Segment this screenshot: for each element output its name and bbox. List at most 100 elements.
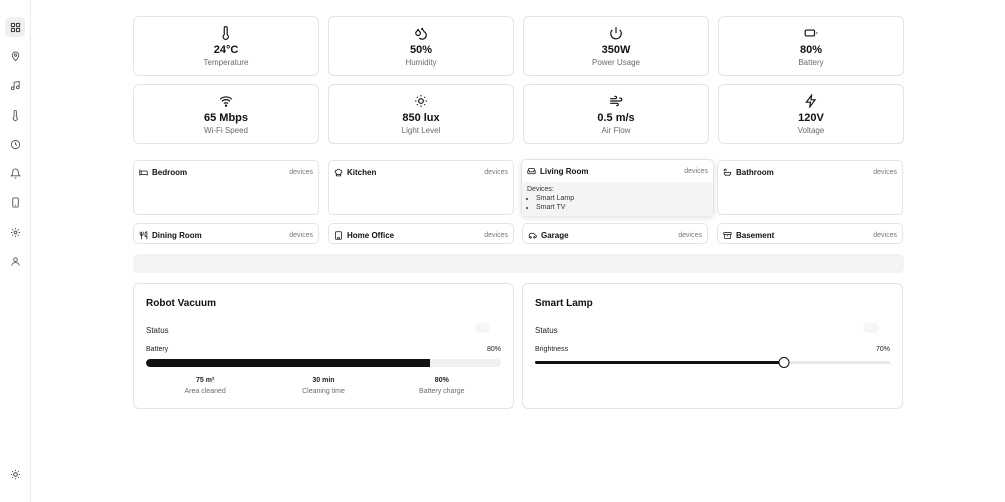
stat-card-wifi-speed: 65 Mbps Wi-Fi Speed: [133, 84, 319, 144]
room-name: Basement: [736, 230, 775, 240]
room-name: Dining Room: [152, 230, 202, 240]
vacuum-stat-charge: 80% Battery charge: [387, 376, 497, 396]
sun-icon[interactable]: [5, 464, 25, 484]
stat-value: 850 lux: [402, 112, 440, 124]
room-name: Garage: [541, 230, 569, 240]
map-pin-icon[interactable]: [5, 46, 25, 66]
thermometer-icon[interactable]: [5, 105, 25, 125]
device-list-item: Smart TV: [536, 203, 708, 212]
device-title: Robot Vacuum: [146, 298, 217, 309]
power-icon: [610, 27, 622, 40]
sun-icon: [415, 95, 427, 107]
status-label: Status: [535, 325, 558, 335]
mini-stat-label: Area cleaned: [184, 388, 226, 395]
stat-value: 0.5 m/s: [597, 112, 635, 124]
vacuum-stats: 75 m² Area cleaned 30 min Cleaning time …: [146, 376, 501, 396]
room-card-garage[interactable]: Garage devices: [522, 223, 708, 244]
chef-hat-icon: [334, 168, 343, 176]
room-card-home-office[interactable]: Home Office devices: [328, 223, 514, 244]
stat-card-air-flow: 0.5 m/s Air Flow: [523, 84, 709, 144]
clock-icon[interactable]: [5, 134, 25, 154]
room-card-bedroom[interactable]: Bedroom devices: [133, 160, 319, 215]
room-devices-label: devices: [484, 168, 508, 176]
wifi-icon: [219, 96, 233, 107]
room-card-bathroom[interactable]: Bathroom devices: [717, 160, 903, 215]
vacuum-stat-area: 75 m² Area cleaned: [150, 376, 260, 396]
dropdown-title: Devices:: [527, 186, 554, 193]
droplets-icon: [415, 27, 427, 40]
room-devices-label: devices: [289, 231, 313, 239]
bell-icon[interactable]: [5, 163, 25, 183]
room-card-basement[interactable]: Basement devices: [717, 223, 903, 244]
smart-lamp-card: Smart Lamp Status Brightness 70%: [522, 283, 903, 409]
mini-stat-label: Cleaning time: [302, 388, 345, 395]
stat-label: Temperature: [203, 58, 249, 67]
utensils-icon: [139, 230, 148, 239]
zap-icon: [805, 94, 817, 108]
room-card-living-room[interactable]: Living Room devices Devices: Smart Lamp …: [521, 159, 714, 216]
vacuum-stat-time: 30 min Cleaning time: [268, 376, 378, 396]
room-devices-label: devices: [289, 168, 313, 176]
stat-label: Power Usage: [591, 58, 641, 67]
stat-card-humidity: 50% Humidity: [328, 16, 514, 76]
stat-card-light-level: 850 lux Light Level: [328, 84, 514, 144]
brightness-slider-thumb[interactable]: [778, 357, 789, 368]
car-icon: [528, 232, 537, 238]
bath-icon: [723, 168, 732, 176]
wind-icon: [610, 95, 623, 107]
room-devices-label: devices: [684, 167, 708, 175]
stat-value: 350W: [601, 44, 631, 56]
room-card-kitchen[interactable]: Kitchen devices: [328, 160, 514, 215]
settings-icon[interactable]: [5, 222, 25, 242]
room-name: Home Office: [347, 230, 395, 240]
stat-value: 80%: [799, 44, 823, 56]
stat-grid: 24°C Temperature 50% Humidity 350W Power…: [133, 16, 904, 144]
stat-label: Light Level: [401, 126, 441, 135]
room-name: Bedroom: [152, 167, 188, 177]
stat-value: 50%: [409, 44, 433, 56]
main-content: 24°C Temperature 50% Humidity 350W Power…: [133, 16, 904, 245]
user-icon[interactable]: [5, 251, 25, 271]
stat-value: 24°C: [213, 44, 239, 56]
music-icon[interactable]: [5, 75, 25, 95]
stat-value: 65 Mbps: [203, 112, 248, 124]
room-name: Bathroom: [736, 167, 774, 177]
room-devices-label: devices: [873, 231, 897, 239]
brightness-slider[interactable]: [535, 357, 890, 368]
device-title: Smart Lamp: [535, 298, 593, 309]
stat-card-temperature: 24°C Temperature: [133, 16, 319, 76]
stat-label: Voltage: [797, 126, 825, 135]
sidebar: [0, 0, 31, 502]
dashboard-icon[interactable]: [5, 17, 25, 37]
building-icon: [335, 230, 342, 240]
brightness-value: 70%: [875, 346, 890, 353]
room-name: Living Room: [540, 166, 589, 176]
device-list: Smart Lamp Smart TV: [527, 194, 708, 212]
mini-stat-value: 80%: [434, 377, 449, 384]
robot-vacuum-card: Robot Vacuum Status Battery 80% 75 m² Ar…: [133, 283, 514, 409]
room-card-dining-room[interactable]: Dining Room devices: [133, 223, 319, 244]
stat-label: Humidity: [405, 58, 437, 67]
room-devices-label: devices: [484, 231, 508, 239]
stat-label: Battery: [798, 58, 824, 67]
battery-icon: [804, 29, 818, 37]
stat-card-power-usage: 350W Power Usage: [523, 16, 709, 76]
room-devices-label: devices: [678, 231, 702, 239]
status-label: Status: [146, 325, 169, 335]
sofa-icon: [527, 167, 536, 174]
stat-label: Wi-Fi Speed: [203, 126, 248, 135]
status-toggle[interactable]: [475, 323, 489, 331]
status-toggle[interactable]: [864, 323, 878, 331]
mini-stat-label: Battery charge: [419, 388, 465, 395]
stat-value: 120V: [798, 112, 824, 124]
bed-icon: [139, 169, 148, 175]
mini-stat-value: 75 m²: [196, 377, 215, 384]
brightness-slider-fill: [535, 361, 784, 364]
stat-card-voltage: 120V Voltage: [718, 84, 904, 144]
battery-progress-fill: [146, 359, 430, 367]
archive-icon: [723, 231, 732, 239]
stat-card-battery: 80% Battery: [718, 16, 904, 76]
device-list-item: Smart Lamp: [536, 194, 708, 203]
room-grid: Bedroom devices Kitchen devices Living R…: [133, 159, 904, 245]
phone-icon[interactable]: [5, 192, 25, 212]
